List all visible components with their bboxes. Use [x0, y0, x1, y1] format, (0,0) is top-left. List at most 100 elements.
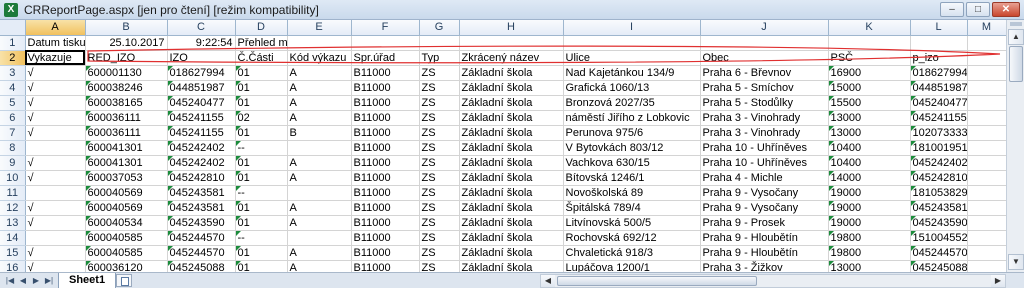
cell[interactable]: ZS	[419, 260, 460, 272]
cell[interactable]: Praha 4 - Michle	[700, 170, 829, 186]
cell[interactable]	[563, 35, 701, 51]
cell[interactable]: B11000	[351, 185, 420, 201]
cell[interactable]: A	[287, 95, 352, 111]
cell[interactable]: 600001130	[85, 65, 168, 81]
next-sheet-icon[interactable]: ▶	[30, 275, 42, 287]
scroll-right-icon[interactable]: ▶	[991, 275, 1005, 287]
cell[interactable]: B	[287, 125, 352, 141]
cell[interactable]	[967, 65, 1006, 81]
cell[interactable]: A	[287, 200, 352, 216]
cell[interactable]: Typ	[419, 50, 460, 66]
cell[interactable]: Kód výkazu	[287, 50, 352, 66]
cell[interactable]: 600036120	[85, 260, 168, 272]
cell[interactable]: 9:22:54	[167, 35, 236, 51]
cell[interactable]	[967, 125, 1006, 141]
cell[interactable]: B11000	[351, 200, 420, 216]
cell[interactable]: Bítovská 1246/1	[563, 170, 701, 186]
vertical-scroll-thumb[interactable]	[1009, 46, 1023, 82]
cell[interactable]	[351, 35, 420, 51]
cell[interactable]: √	[25, 170, 86, 186]
cell[interactable]: 044851987	[167, 80, 236, 96]
column-header[interactable]: I	[563, 20, 701, 36]
cell[interactable]: B11000	[351, 170, 420, 186]
cell[interactable]	[967, 170, 1006, 186]
cell[interactable]	[828, 35, 911, 51]
cell[interactable]: 045242810	[910, 170, 968, 186]
cell[interactable]: 045245088	[167, 260, 236, 272]
cell[interactable]: Základní škola	[459, 155, 564, 171]
row-header[interactable]: 1	[0, 35, 26, 51]
row-header[interactable]: 8	[0, 140, 26, 156]
cell[interactable]: ZS	[419, 125, 460, 141]
cell[interactable]: 018627994	[167, 65, 236, 81]
cell[interactable]	[700, 35, 829, 51]
cell[interactable]: B11000	[351, 245, 420, 261]
cell[interactable]	[287, 35, 352, 51]
cell[interactable]: ZS	[419, 185, 460, 201]
cell[interactable]: B11000	[351, 215, 420, 231]
cell[interactable]: Praha 9 - Vysočany	[700, 200, 829, 216]
cell[interactable]	[967, 230, 1006, 246]
row-header[interactable]: 15	[0, 245, 26, 261]
cell[interactable]: √	[25, 95, 86, 111]
cell[interactable]: Přehled míst výuky	[235, 35, 288, 51]
cell[interactable]	[25, 185, 86, 201]
cell[interactable]: Základní škola	[459, 185, 564, 201]
column-header[interactable]: J	[700, 20, 829, 36]
cell[interactable]: Základní škola	[459, 65, 564, 81]
cell[interactable]: Praha 9 - Vysočany	[700, 185, 829, 201]
cell[interactable]: 600036111	[85, 125, 168, 141]
cell[interactable]: 151004552	[910, 230, 968, 246]
row-header[interactable]: 13	[0, 215, 26, 231]
cell[interactable]: 19800	[828, 230, 911, 246]
sheet-tab[interactable]: Sheet1	[58, 273, 117, 288]
cell[interactable]	[287, 185, 352, 201]
cell[interactable]: 01	[235, 155, 288, 171]
cell[interactable]: 600041301	[85, 155, 168, 171]
row-header[interactable]: 6	[0, 110, 26, 126]
cell[interactable]: 045242810	[167, 170, 236, 186]
cell[interactable]: p_izo	[910, 50, 968, 66]
cell[interactable]: 01	[235, 125, 288, 141]
cell[interactable]: 19000	[828, 185, 911, 201]
cell[interactable]: B11000	[351, 125, 420, 141]
cell[interactable]: √	[25, 245, 86, 261]
cell[interactable]	[967, 200, 1006, 216]
cell[interactable]	[967, 245, 1006, 261]
cell[interactable]: Základní škola	[459, 170, 564, 186]
cell[interactable]: 600041301	[85, 140, 168, 156]
cell[interactable]: Perunova 975/6	[563, 125, 701, 141]
cell[interactable]: A	[287, 155, 352, 171]
cell[interactable]: A	[287, 260, 352, 272]
cell[interactable]: 045242402	[167, 140, 236, 156]
cell[interactable]: ZS	[419, 215, 460, 231]
cell[interactable]: 045244570	[910, 245, 968, 261]
cell[interactable]: 01	[235, 200, 288, 216]
cell[interactable]	[967, 35, 1006, 51]
excel-app-icon[interactable]: X	[4, 3, 18, 17]
cell[interactable]: 600038246	[85, 80, 168, 96]
cell[interactable]: 600036111	[85, 110, 168, 126]
cell[interactable]: 01	[235, 170, 288, 186]
cell[interactable]: Základní škola	[459, 140, 564, 156]
cell[interactable]: 045243590	[167, 215, 236, 231]
cell[interactable]: Praha 5 - Stodůlky	[700, 95, 829, 111]
cell[interactable]: √	[25, 110, 86, 126]
cell[interactable]: B11000	[351, 110, 420, 126]
cell[interactable]: Novoškolská 89	[563, 185, 701, 201]
cell[interactable]: V Bytovkách 803/12	[563, 140, 701, 156]
cell[interactable]: B11000	[351, 95, 420, 111]
cell[interactable]: 600040569	[85, 185, 168, 201]
cell[interactable]: PSČ	[828, 50, 911, 66]
row-header[interactable]: 14	[0, 230, 26, 246]
cell[interactable]: 01	[235, 65, 288, 81]
cell[interactable]: A	[287, 80, 352, 96]
cell[interactable]: 25.10.2017	[85, 35, 168, 51]
cell[interactable]: ZS	[419, 200, 460, 216]
cell[interactable]: Praha 9 - Hloubětín	[700, 230, 829, 246]
cell[interactable]: Základní škola	[459, 230, 564, 246]
row-header[interactable]: 3	[0, 65, 26, 81]
cell[interactable]: 181001951	[910, 140, 968, 156]
cell[interactable]: Praha 3 - Vinohrady	[700, 110, 829, 126]
cell[interactable]: 01	[235, 95, 288, 111]
